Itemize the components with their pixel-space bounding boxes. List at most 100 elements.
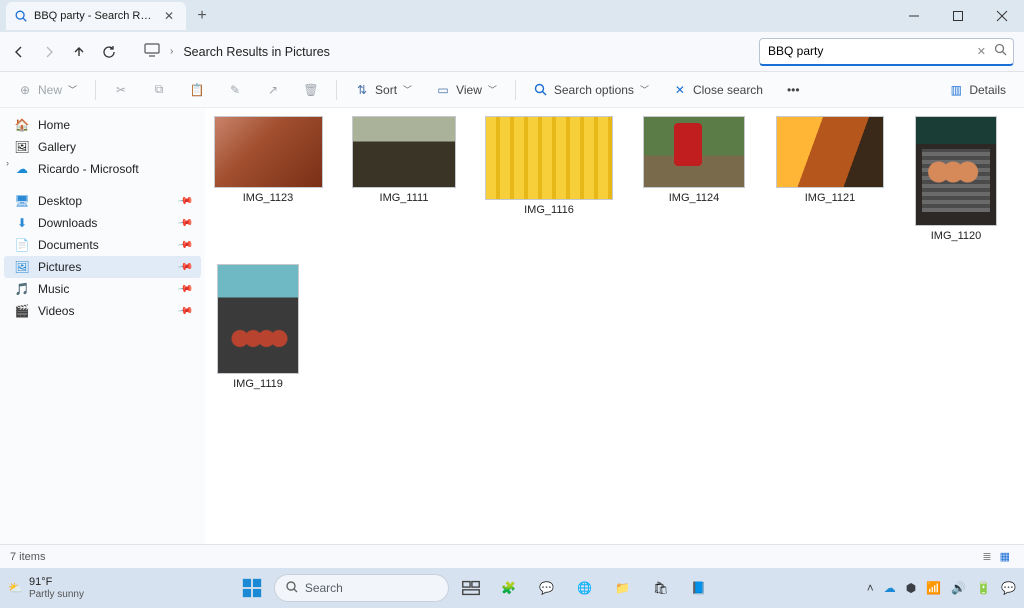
view-button[interactable]: ▭ View ﹀ xyxy=(428,79,505,101)
tray-onedrive-icon[interactable]: ☁ xyxy=(884,581,896,595)
sort-button[interactable]: ⇅ Sort ﹀ xyxy=(347,79,420,101)
trash-icon: 🗑 xyxy=(304,83,318,97)
pin-icon: 📌 xyxy=(176,281,193,297)
ellipsis-icon: ••• xyxy=(787,83,800,97)
search-submit-icon[interactable] xyxy=(994,43,1007,59)
file-item[interactable]: IMG_1120 xyxy=(911,116,1001,242)
pin-icon: 📌 xyxy=(176,259,193,275)
file-name: IMG_1120 xyxy=(931,230,982,242)
sidebar-item-downloads[interactable]: ⬇Downloads📌 xyxy=(4,212,201,234)
taskbar-search[interactable]: Search xyxy=(274,574,449,602)
search-icon xyxy=(285,580,299,597)
breadcrumb[interactable]: Search Results in Pictures xyxy=(183,45,330,59)
taskbar-app-4[interactable]: 📘 xyxy=(683,572,715,604)
chevron-right-icon[interactable]: › xyxy=(6,158,9,168)
file-name: IMG_1116 xyxy=(524,204,574,216)
close-window-button[interactable] xyxy=(980,0,1024,32)
layout-details-button[interactable]: ≣ xyxy=(978,550,995,563)
maximize-button[interactable] xyxy=(936,0,980,32)
details-pane-button[interactable]: ▥ Details xyxy=(941,79,1014,101)
content-pane[interactable]: IMG_1123 IMG_1111 IMG_1116 IMG_1124 IMG_1121… xyxy=(205,108,1024,544)
rename-button[interactable]: ✎ xyxy=(220,79,250,101)
window-controls xyxy=(892,0,1024,32)
file-thumbnail xyxy=(217,264,299,374)
copy-button[interactable]: ⧉ xyxy=(144,79,174,101)
file-item[interactable]: IMG_1123 xyxy=(213,116,323,242)
tray-wifi-icon[interactable]: 📶 xyxy=(926,581,941,595)
new-button[interactable]: ⊕ New ﹀ xyxy=(10,79,85,101)
tab-close-button[interactable]: ✕ xyxy=(160,9,178,23)
tray-security-icon[interactable]: ⬢ xyxy=(906,581,916,595)
forward-button[interactable] xyxy=(40,43,58,61)
tray-volume-icon[interactable]: 🔊 xyxy=(951,581,966,595)
taskbar: ⛅ 91°F Partly sunny Search 🧩 💬 🌐 📁 🛍 📘 ˄… xyxy=(0,568,1024,608)
paste-icon: 📋 xyxy=(190,83,204,97)
details-icon: ▥ xyxy=(949,83,963,97)
file-thumbnail xyxy=(639,116,749,188)
back-button[interactable] xyxy=(10,43,28,61)
clear-search-button[interactable]: ✕ xyxy=(975,45,988,58)
this-pc-icon[interactable] xyxy=(144,43,160,60)
share-button[interactable]: ↗ xyxy=(258,79,288,101)
window-tab[interactable]: BBQ party - Search Results in I ✕ xyxy=(6,2,186,30)
search-options-icon xyxy=(534,83,548,97)
refresh-button[interactable] xyxy=(100,43,118,61)
file-item[interactable]: IMG_1116 xyxy=(485,116,613,242)
weather-icon: ⛅ xyxy=(8,581,23,595)
sidebar-item-pictures[interactable]: 🖼Pictures📌 xyxy=(4,256,201,278)
window-titlebar: BBQ party - Search Results in I ✕ + xyxy=(0,0,1024,32)
cut-icon: ✂ xyxy=(114,83,128,97)
task-view-button[interactable] xyxy=(455,572,487,604)
taskbar-weather[interactable]: ⛅ 91°F Partly sunny xyxy=(8,576,84,599)
search-box[interactable]: ✕ xyxy=(759,38,1014,66)
cut-button[interactable]: ✂ xyxy=(106,79,136,101)
tray-chevron-up-icon[interactable]: ˄ xyxy=(867,581,874,595)
taskbar-app-2[interactable]: 💬 xyxy=(531,572,563,604)
details-label: Details xyxy=(969,83,1006,97)
taskbar-app-3[interactable]: 🌐 xyxy=(569,572,601,604)
file-item[interactable]: IMG_1119 xyxy=(213,264,303,390)
close-search-button[interactable]: ✕ Close search xyxy=(665,79,771,101)
new-tab-button[interactable]: + xyxy=(188,2,216,30)
taskbar-app-1[interactable]: 🧩 xyxy=(493,572,525,604)
status-bar: 7 items ≣ ▦ xyxy=(0,544,1024,568)
search-options-button[interactable]: Search options ﹀ xyxy=(526,79,657,101)
sidebar-item-videos[interactable]: 🎬Videos📌 xyxy=(4,300,201,322)
layout-thumbnails-button[interactable]: ▦ xyxy=(996,550,1014,563)
documents-icon: 📄 xyxy=(14,237,30,253)
command-toolbar: ⊕ New ﹀ ✂ ⧉ 📋 ✎ ↗ 🗑 ⇅ Sort ﹀ ▭ View ﹀ Se… xyxy=(0,72,1024,108)
file-name: IMG_1123 xyxy=(243,192,294,204)
chevron-right-icon[interactable]: › xyxy=(170,46,173,57)
sidebar-item-documents[interactable]: 📄Documents📌 xyxy=(4,234,201,256)
paste-button[interactable]: 📋 xyxy=(182,79,212,101)
chevron-down-icon: ﹀ xyxy=(488,83,497,96)
more-button[interactable]: ••• xyxy=(779,79,808,101)
taskbar-store[interactable]: 🛍 xyxy=(645,572,677,604)
file-item[interactable]: IMG_1121 xyxy=(775,116,885,242)
sidebar-item-music[interactable]: 🎵Music📌 xyxy=(4,278,201,300)
start-button[interactable] xyxy=(236,572,268,604)
plus-circle-icon: ⊕ xyxy=(18,83,32,97)
sidebar-item-desktop[interactable]: 🖥Desktop📌 xyxy=(4,190,201,212)
sort-icon: ⇅ xyxy=(355,83,369,97)
chevron-down-icon: ﹀ xyxy=(640,83,649,96)
taskbar-search-placeholder: Search xyxy=(305,581,343,595)
sidebar-item-gallery[interactable]: 🖼Gallery xyxy=(4,136,201,158)
file-item[interactable]: IMG_1124 xyxy=(639,116,749,242)
delete-button[interactable]: 🗑 xyxy=(296,79,326,101)
search-input[interactable] xyxy=(768,44,969,58)
view-icon: ▭ xyxy=(436,83,450,97)
taskbar-explorer[interactable]: 📁 xyxy=(607,572,639,604)
minimize-button[interactable] xyxy=(892,0,936,32)
new-label: New xyxy=(38,83,62,97)
pictures-icon: 🖼 xyxy=(14,259,30,275)
sidebar-item-onedrive[interactable]: ☁Ricardo - Microsoft xyxy=(4,158,201,180)
up-button[interactable] xyxy=(70,43,88,61)
tray-battery-icon[interactable]: 🔋 xyxy=(976,581,991,595)
sort-label: Sort xyxy=(375,83,397,97)
file-name: IMG_1121 xyxy=(805,192,856,204)
file-name: IMG_1119 xyxy=(233,378,283,390)
tray-notifications-icon[interactable]: 💬 xyxy=(1001,581,1016,595)
sidebar-item-home[interactable]: 🏠Home xyxy=(4,114,201,136)
file-item[interactable]: IMG_1111 xyxy=(349,116,459,242)
